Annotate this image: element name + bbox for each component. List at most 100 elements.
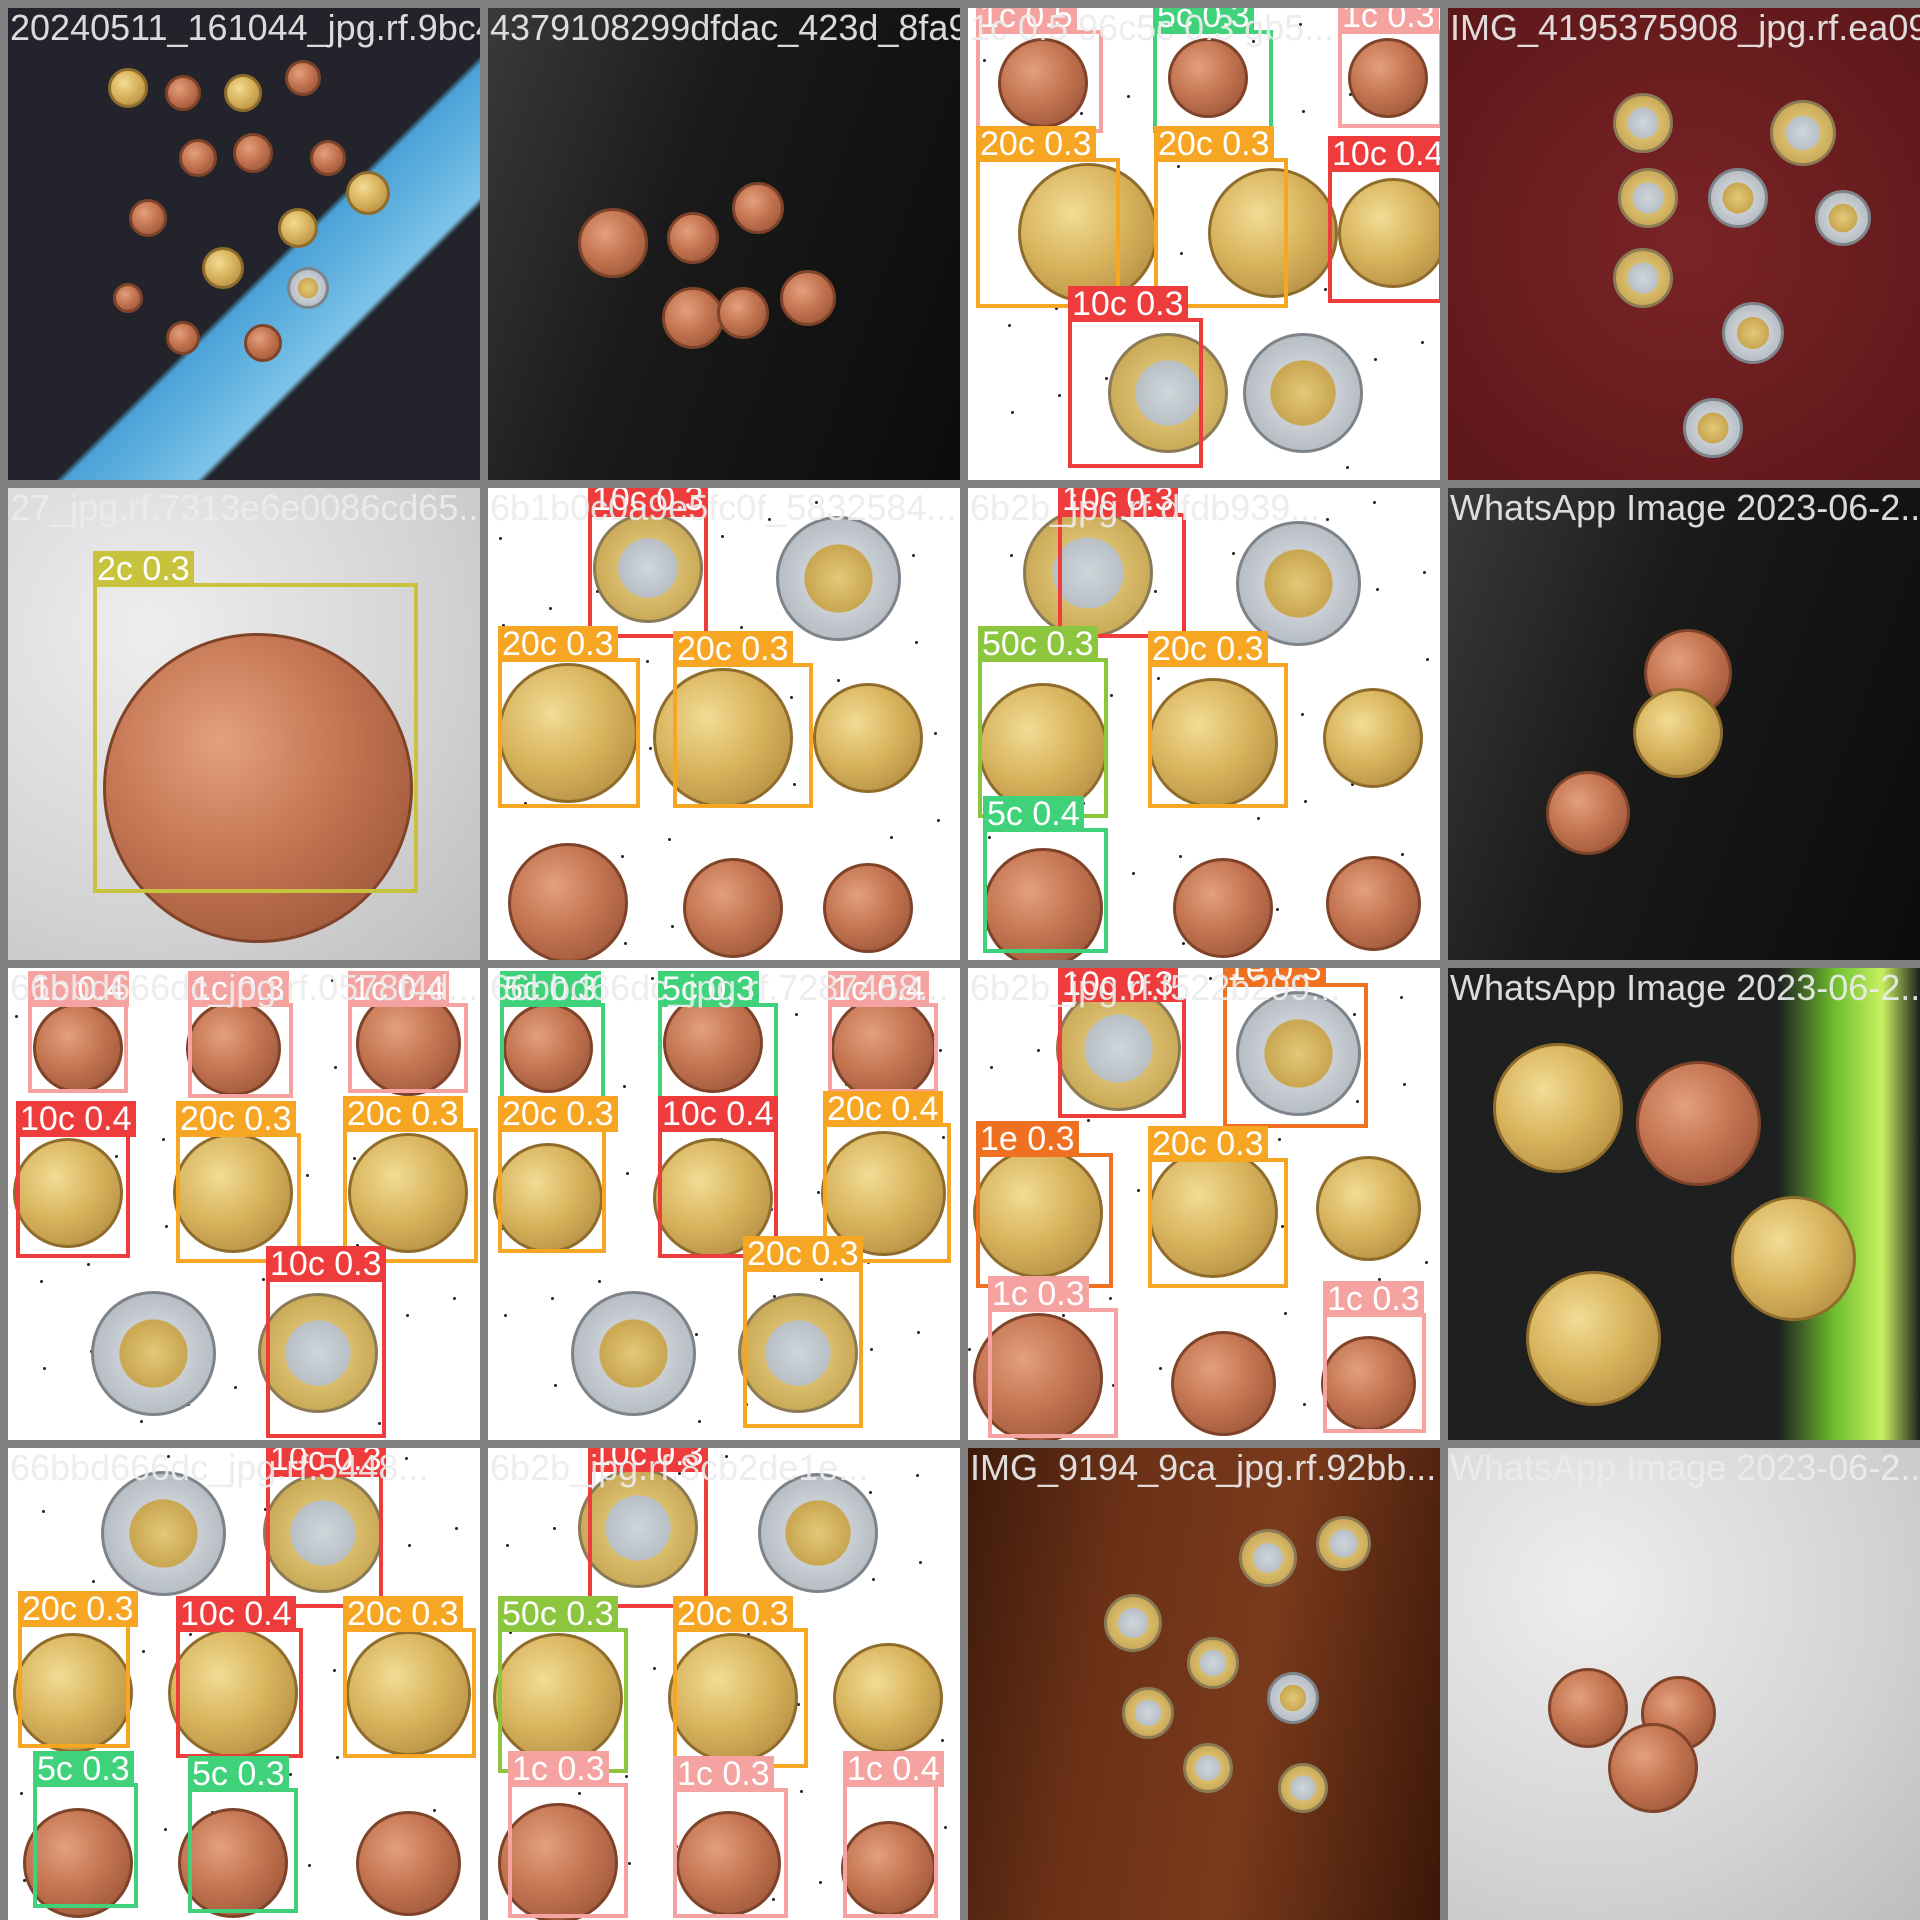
noise-speck (506, 1544, 509, 1547)
coin (1104, 1594, 1162, 1652)
noise-speck (1159, 1367, 1162, 1370)
coin (717, 287, 769, 339)
noise-speck (334, 1066, 337, 1069)
noise-speck (721, 535, 724, 538)
detection-box: 20c 0.3 (343, 1096, 478, 1263)
coin (570, 1290, 696, 1416)
noise-speck (234, 1386, 237, 1389)
noise-speck (1303, 1403, 1306, 1406)
detection-box: 5c 0.3 (188, 1756, 298, 1913)
noise-speck (336, 1756, 339, 1759)
coin (1187, 1637, 1239, 1689)
noise-speck (819, 1881, 822, 1884)
noise-speck (1373, 501, 1376, 504)
coin (813, 683, 923, 793)
detection-label: 10c 0.3 (266, 1448, 386, 1477)
detection-label: 5c 0.3 (188, 1756, 289, 1792)
mosaic-tile: 5c 0.3 5c 0.3 1c 0.4 20c 0.3 10c 0.4 20c 0.4 2… (488, 968, 960, 1440)
noise-speck (1400, 996, 1403, 999)
noise-speck (621, 855, 624, 858)
coin (224, 74, 262, 112)
coin (202, 247, 244, 289)
coin (1173, 858, 1273, 958)
noise-speck (140, 1420, 143, 1423)
detection-box: 1c 0.3 (188, 971, 293, 1098)
noise-speck (795, 1013, 798, 1016)
detection-box: 1c 0.3 (1323, 1281, 1426, 1433)
coin (1325, 855, 1421, 951)
coin (355, 1810, 461, 1916)
detection-box: 20c 0.3 (343, 1596, 476, 1758)
detection-label: 5c 0.4 (983, 796, 1084, 832)
detection-label: 20c 0.3 (1148, 631, 1268, 667)
noise-speck (837, 679, 840, 682)
noise-speck (917, 1331, 920, 1334)
coin (1722, 302, 1784, 364)
detection-box: 20c 0.3 (1148, 1126, 1288, 1288)
noise-speck (142, 1650, 145, 1653)
noise-speck (1326, 518, 1329, 521)
noise-speck (1425, 1261, 1428, 1264)
noise-speck (628, 1862, 631, 1865)
detection-label: 1e 0.3 (976, 1121, 1079, 1157)
noise-speck (990, 1066, 993, 1069)
noise-speck (916, 1474, 919, 1477)
coin (165, 75, 201, 111)
coin (1493, 1043, 1623, 1173)
coin (1278, 1763, 1328, 1813)
detection-label: 1e 0.3 (1223, 968, 1326, 987)
noise-speck (504, 1314, 507, 1317)
noise-speck (43, 1367, 46, 1370)
noise-speck (1401, 853, 1404, 856)
detection-box: 2c 0.3 (93, 551, 418, 893)
coin (1267, 1672, 1319, 1724)
coin (683, 858, 783, 958)
coin (113, 283, 143, 313)
detection-box: 20c 0.3 (743, 1236, 863, 1428)
noise-speck (333, 1669, 336, 1672)
noise-speck (408, 1544, 411, 1547)
noise-speck (1426, 658, 1429, 661)
noise-speck (551, 1297, 554, 1300)
noise-speck (1011, 411, 1014, 414)
noise-speck (167, 1455, 170, 1458)
coin (667, 212, 719, 264)
coin (287, 267, 329, 309)
mosaic-tile: 20240511_161044_jpg.rf.9bc4c9d0829e8a... (8, 8, 480, 480)
detection-label: 10c 0.4 (1328, 136, 1440, 172)
coin (1683, 398, 1743, 458)
coin (1170, 1330, 1276, 1436)
mosaic-tile: WhatsApp Image 2023-06-2... (1448, 1448, 1920, 1920)
detection-label: 50c 0.3 (498, 1596, 618, 1632)
detection-box: 10c 0.3 (588, 1448, 708, 1608)
detection-label: 20c 0.3 (673, 1596, 793, 1632)
noise-speck (649, 747, 652, 750)
detection-label: 1c 0.4 (28, 971, 129, 1007)
noise-speck (625, 1775, 628, 1778)
coin (823, 863, 913, 953)
noise-speck (1137, 1189, 1140, 1192)
coin (278, 208, 318, 248)
tile-photo (488, 8, 960, 480)
coin (346, 171, 390, 215)
noise-speck (1276, 908, 1279, 911)
noise-speck (968, 1348, 971, 1351)
noise-speck (1209, 977, 1212, 980)
coin (233, 133, 273, 173)
detection-box: 50c 0.3 (978, 626, 1108, 818)
noise-speck (870, 1348, 873, 1351)
noise-speck (740, 626, 743, 629)
detection-label: 10c 0.3 (1068, 286, 1188, 322)
noise-speck (869, 1491, 872, 1494)
detection-label: 1c 0.5 (976, 8, 1077, 34)
noise-speck (433, 1809, 436, 1812)
noise-speck (695, 1333, 698, 1336)
detection-label: 20c 0.3 (976, 126, 1096, 162)
coin (90, 1290, 216, 1416)
detection-label: 1c 0.4 (348, 971, 449, 1007)
coin (285, 60, 321, 96)
coin (1608, 1723, 1698, 1813)
detection-box: 20c 0.3 (498, 626, 640, 808)
coin (578, 208, 648, 278)
noise-speck (1257, 817, 1260, 820)
